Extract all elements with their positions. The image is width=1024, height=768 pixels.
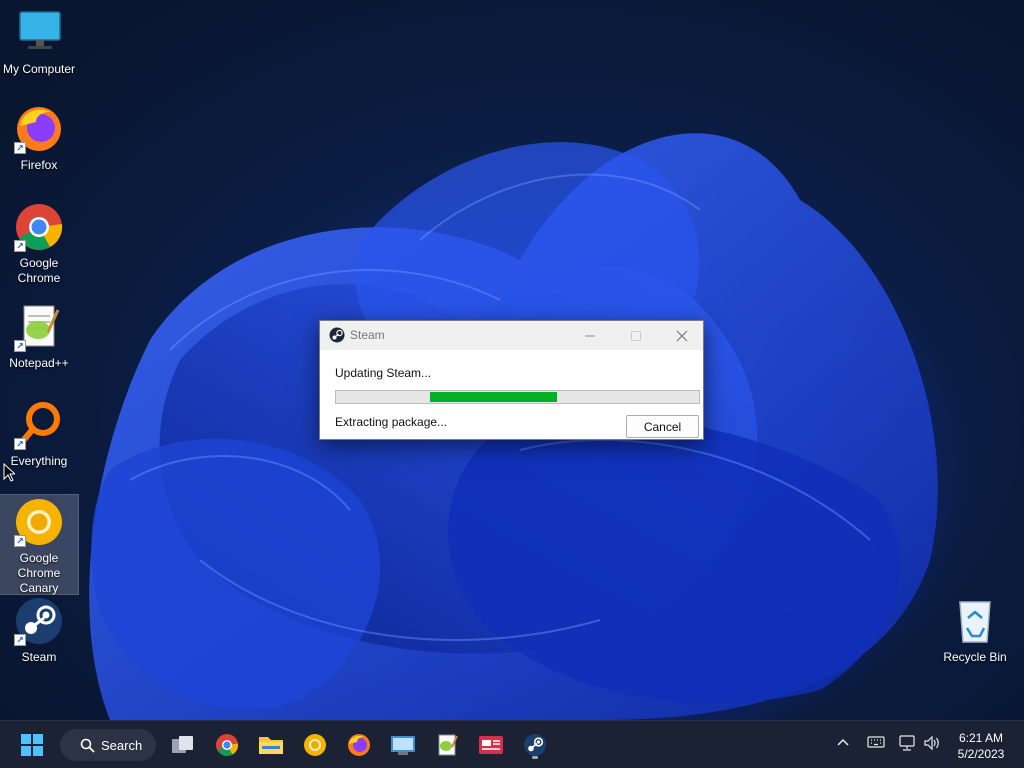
taskbar-clock[interactable]: 6:21 AM 5/2/2023 <box>948 730 1014 762</box>
shortcut-arrow-icon: ↗ <box>14 535 26 547</box>
show-hidden-icons-button[interactable] <box>836 735 850 754</box>
dialog-substatus-text: Extracting package... <box>335 415 448 429</box>
taskbar-chrome[interactable] <box>211 729 243 761</box>
taskbar-search[interactable]: Search <box>60 729 156 761</box>
network-button[interactable] <box>899 735 917 756</box>
chrome-canary-icon: ↗ <box>14 497 64 547</box>
desktop-icon-label: Notepad++ <box>9 356 69 370</box>
volume-button[interactable] <box>923 735 941 756</box>
chrome-canary-icon <box>304 734 326 756</box>
steam-update-dialog: Steam Updating Steam... Extracting packa… <box>319 320 704 440</box>
shortcut-arrow-icon: ↗ <box>14 240 26 252</box>
minimize-icon <box>585 335 595 336</box>
desktop-icon-notepadpp[interactable]: ↗ Notepad++ <box>0 302 78 371</box>
dialog-status-text: Updating Steam... <box>335 366 432 380</box>
clock-date: 5/2/2023 <box>957 747 1005 761</box>
desktop: My Computer ↗ Firefox ↗ Google Chrome ↗ … <box>0 0 1024 720</box>
close-button[interactable] <box>659 321 705 350</box>
desktop-icon-label: Google Chrome <box>17 256 61 285</box>
steam-icon <box>524 734 546 756</box>
shortcut-arrow-icon: ↗ <box>14 142 26 154</box>
file-explorer-icon <box>259 737 283 754</box>
dialog-title: Steam <box>350 328 385 342</box>
desktop-icon-my-computer[interactable]: My Computer <box>0 8 78 77</box>
steam-icon: ↗ <box>14 596 64 646</box>
desktop-icon-google-chrome-canary[interactable]: ↗ Google Chrome Canary <box>0 494 79 595</box>
search-icon <box>80 738 95 753</box>
monitor-icon <box>14 8 64 58</box>
desktop-icon-steam[interactable]: ↗ Steam <box>0 596 78 665</box>
desktop-icon-everything[interactable]: ↗ Everything <box>0 400 78 469</box>
desktop-icon-recycle-bin[interactable]: Recycle Bin <box>936 596 1014 665</box>
network-icon <box>899 735 915 751</box>
mouse-cursor-icon <box>3 463 15 482</box>
maximize-icon <box>631 330 641 341</box>
cancel-button[interactable]: Cancel <box>626 415 699 438</box>
progress-bar-fill <box>430 392 557 402</box>
remote-desktop-icon <box>391 736 415 755</box>
everything-search-icon: ↗ <box>14 400 64 450</box>
input-keyboard-button[interactable] <box>867 735 885 754</box>
keyboard-icon <box>867 736 885 748</box>
desktop-icon-google-chrome[interactable]: ↗ Google Chrome <box>0 202 78 286</box>
taskbar-news[interactable] <box>475 729 507 761</box>
search-label: Search <box>101 737 143 753</box>
shortcut-arrow-icon: ↗ <box>14 340 26 352</box>
desktop-icon-label: Google Chrome Canary <box>17 551 61 595</box>
desktop-icon-label: Steam <box>21 650 57 664</box>
desktop-icon-firefox[interactable]: ↗ Firefox <box>0 104 78 173</box>
desktop-icon-label: Recycle Bin <box>943 650 1007 664</box>
maximize-button <box>613 321 659 350</box>
dialog-titlebar[interactable]: Steam <box>320 321 703 350</box>
close-icon <box>676 330 688 341</box>
taskbar-firefox[interactable] <box>343 729 375 761</box>
shortcut-arrow-icon: ↗ <box>14 634 26 646</box>
desktop-icon-label: Firefox <box>20 158 58 172</box>
chevron-up-icon <box>837 738 849 746</box>
task-view-icon <box>172 736 193 753</box>
taskbar-steam[interactable] <box>519 729 551 761</box>
firefox-icon: ↗ <box>14 104 64 154</box>
taskbar-remote-desktop[interactable] <box>387 729 419 761</box>
notepadpp-icon: ↗ <box>14 302 64 352</box>
volume-icon <box>924 735 939 751</box>
start-button[interactable] <box>16 729 48 761</box>
running-indicator <box>532 756 538 759</box>
minimize-button[interactable] <box>567 321 613 350</box>
clock-time: 6:21 AM <box>958 731 1004 745</box>
desktop-icon-label: My Computer <box>2 62 76 76</box>
news-icon <box>479 736 503 754</box>
shortcut-arrow-icon: ↗ <box>14 438 26 450</box>
taskbar-file-explorer[interactable] <box>255 729 287 761</box>
chrome-icon: ↗ <box>14 202 64 252</box>
update-progress-bar <box>335 390 700 404</box>
taskbar-chrome-canary[interactable] <box>299 729 331 761</box>
task-view-button[interactable] <box>167 729 199 761</box>
notepadpp-icon <box>438 734 458 756</box>
start-icon <box>21 734 43 756</box>
recycle-bin-icon <box>950 596 1000 646</box>
taskbar-notepadpp[interactable] <box>431 729 463 761</box>
firefox-icon <box>348 734 370 756</box>
steam-icon <box>329 327 345 348</box>
taskbar: Search 6:21 AM 5/2/2023 <box>0 720 1024 768</box>
chrome-icon <box>216 734 239 756</box>
